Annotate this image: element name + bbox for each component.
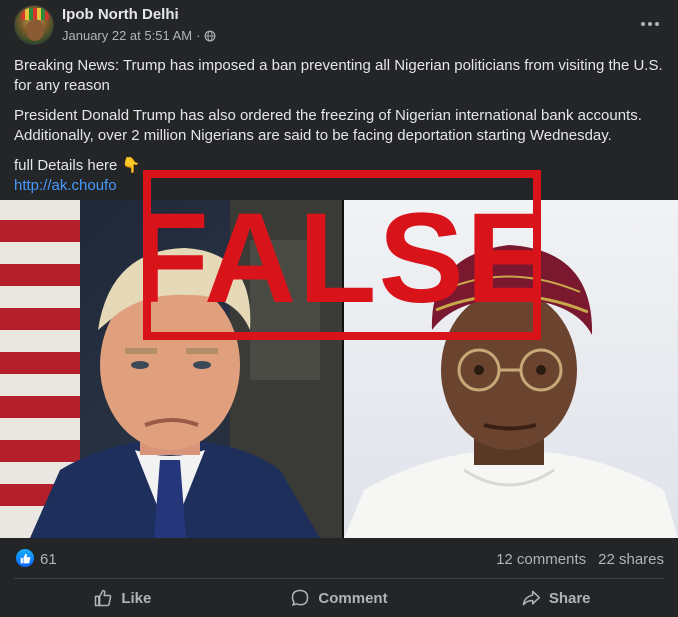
like-icon	[95, 589, 112, 607]
more-options-icon[interactable]	[638, 12, 662, 36]
divider	[14, 578, 664, 579]
like-count[interactable]: 61	[40, 551, 57, 568]
engagement-counts: 12 comments 22 shares	[496, 551, 664, 568]
share-button[interactable]: Share	[447, 581, 664, 615]
avatar[interactable]	[14, 5, 54, 45]
stamp-text: FALSE	[143, 187, 541, 330]
action-bar: Like Comment Share	[14, 581, 664, 615]
like-button[interactable]: Like	[14, 581, 231, 615]
author-name[interactable]: Ipob North Delhi	[62, 6, 179, 23]
share-icon	[522, 590, 540, 606]
comment-icon	[292, 589, 309, 606]
comment-button[interactable]: Comment	[231, 581, 448, 615]
post-header: Ipob North Delhi January 22 at 5:51 AM ·	[0, 0, 678, 50]
like-label: Like	[121, 589, 152, 607]
avatar-face	[26, 19, 44, 41]
post-paragraph: President Donald Trump has also ordered …	[14, 107, 642, 144]
comment-label: Comment	[318, 589, 388, 607]
reactions-bar: 61 12 comments 22 shares	[0, 545, 678, 575]
post-paragraph: Breaking News: Trump has imposed a ban p…	[14, 57, 663, 94]
comments-count[interactable]: 12 comments	[496, 551, 586, 568]
globe-icon[interactable]	[204, 30, 216, 42]
false-stamp: FALSE	[143, 170, 541, 340]
shares-count[interactable]: 22 shares	[598, 551, 664, 568]
share-label: Share	[548, 589, 591, 607]
thumbs-up-icon[interactable]	[16, 549, 34, 567]
post-meta: January 22 at 5:51 AM ·	[62, 28, 216, 43]
meta-separator: ·	[196, 28, 201, 43]
post-timestamp[interactable]: January 22 at 5:51 AM	[62, 28, 192, 43]
